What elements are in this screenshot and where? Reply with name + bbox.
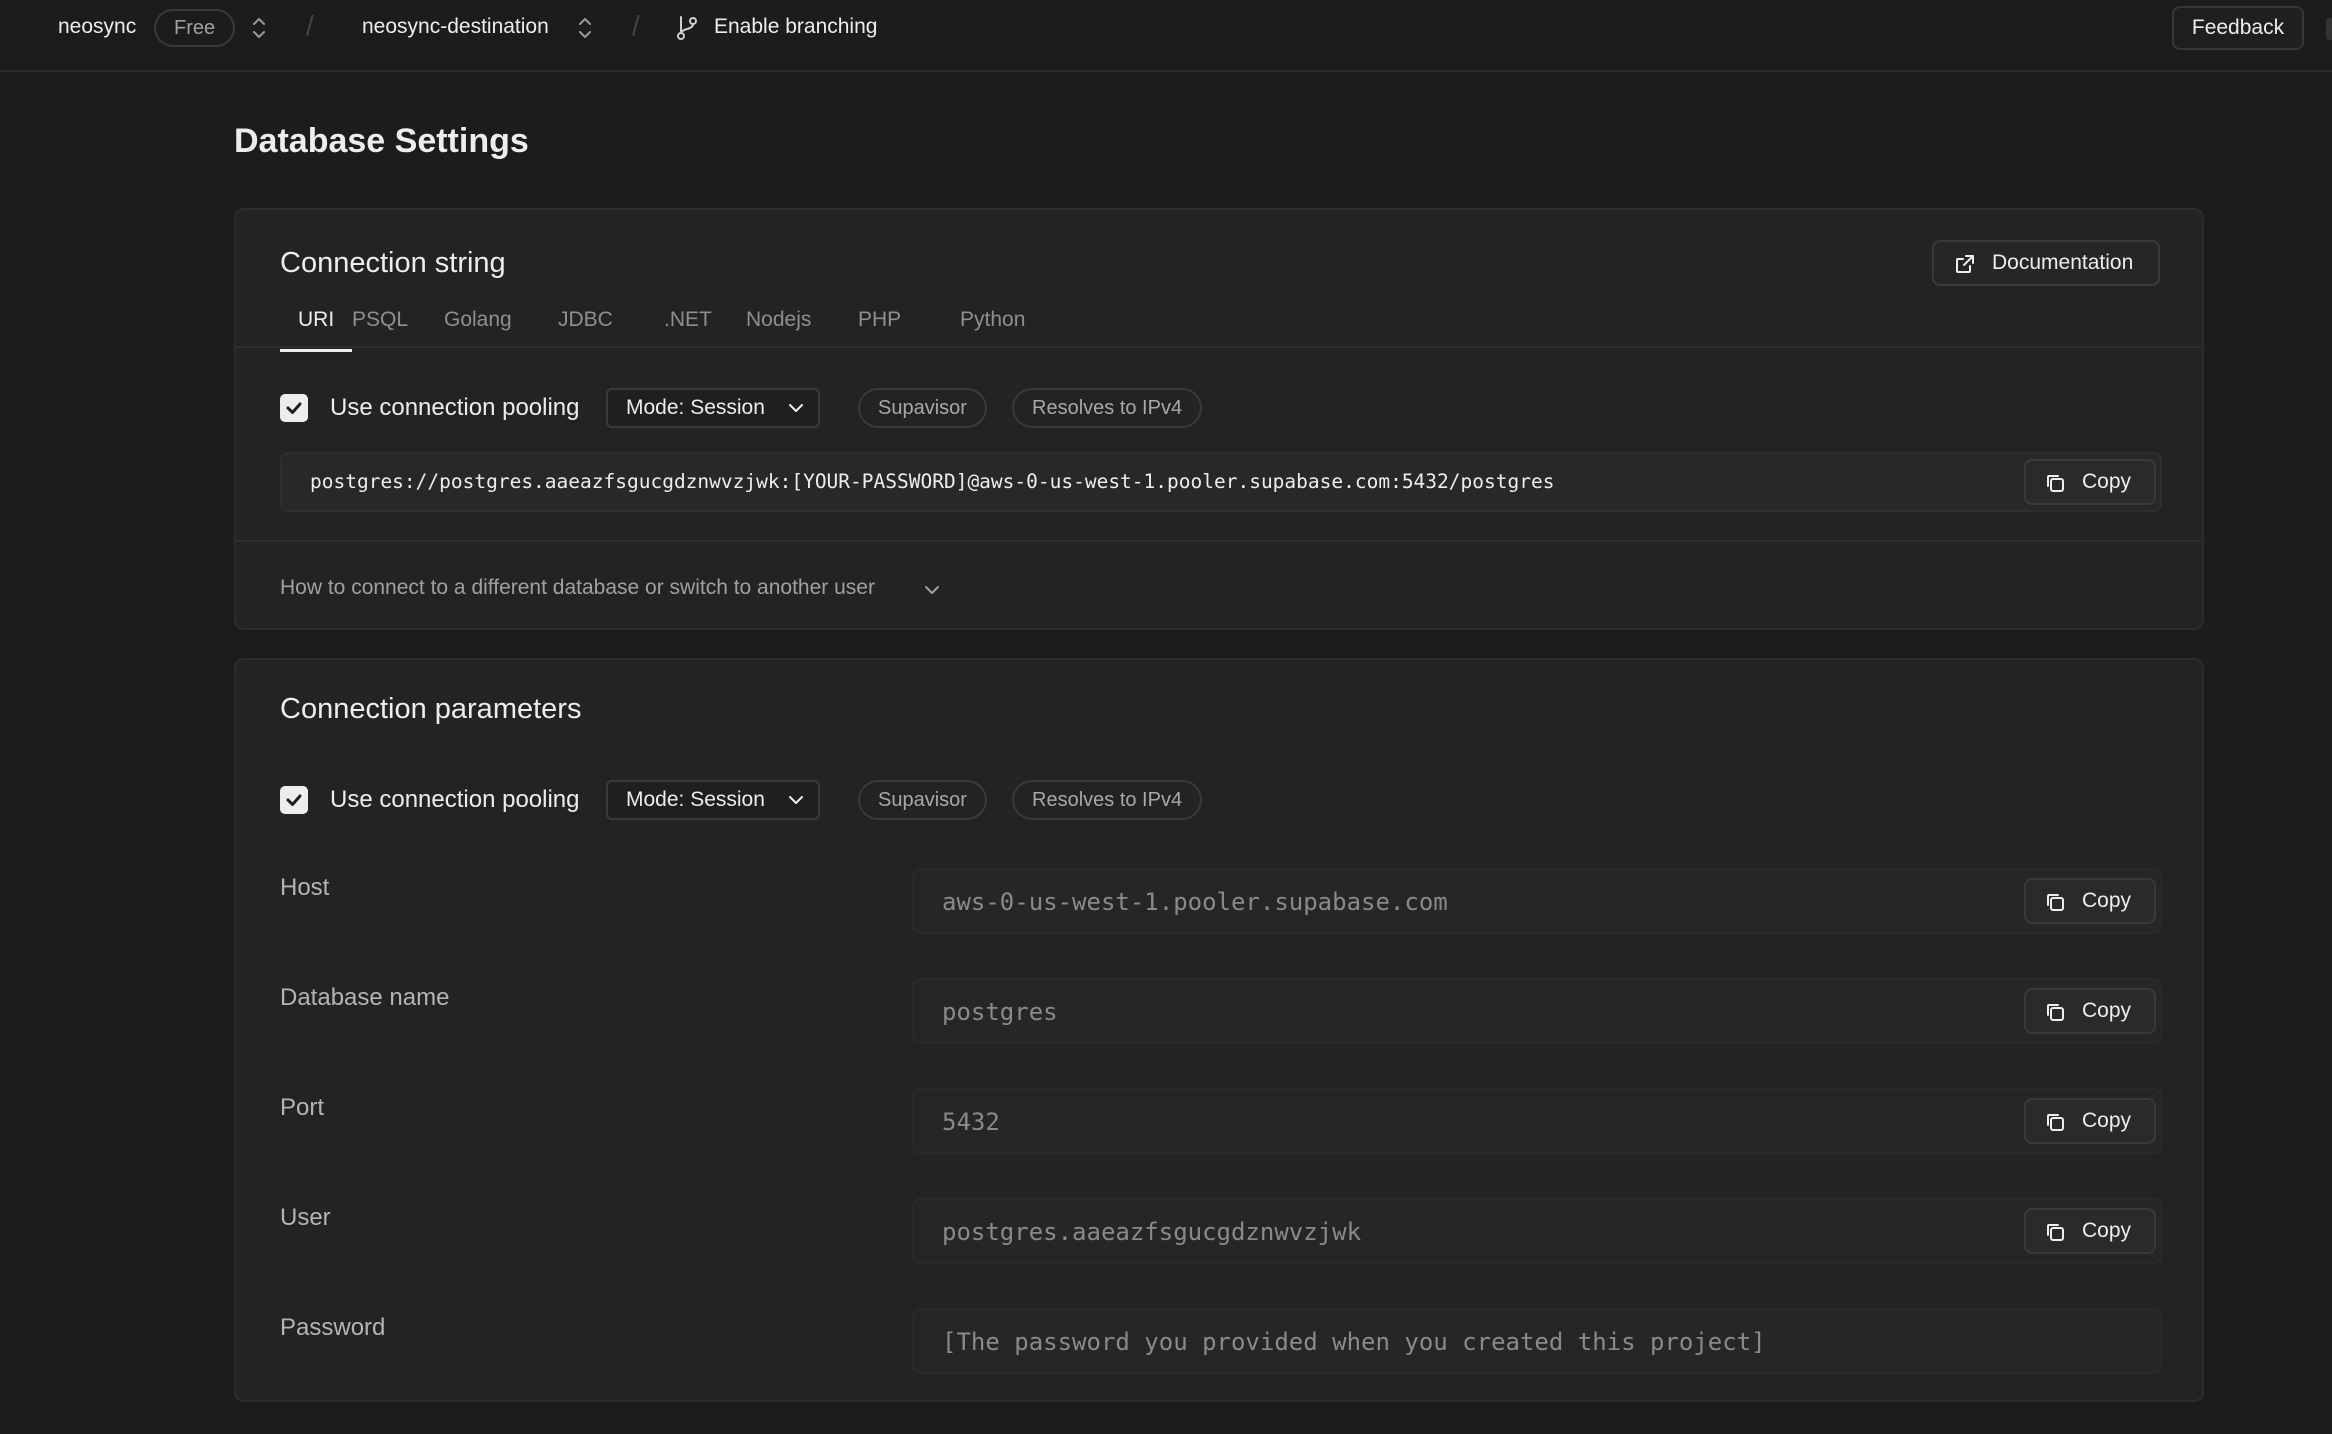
pooling-checkbox[interactable] (280, 786, 308, 814)
password-field[interactable]: [The password you provided when you crea… (912, 1308, 2162, 1374)
tab-psql[interactable]: PSQL (352, 302, 408, 352)
copy-label: Copy (2082, 1219, 2132, 1242)
copy-icon (2047, 1004, 2064, 1021)
supavisor-badge: Supavisor (858, 388, 987, 428)
external-link-icon (1956, 255, 1974, 273)
enable-branching-button[interactable]: Enable branching (714, 13, 877, 41)
password-label: Password (280, 1314, 386, 1341)
copy-label: Copy (2082, 1109, 2132, 1132)
org-name[interactable]: neosync (58, 13, 136, 41)
copy-uri-button[interactable]: Copy (2024, 459, 2156, 505)
connection-string-title: Connection string (280, 247, 506, 279)
port-field[interactable]: 5432 Copy (912, 1088, 2162, 1154)
copy-user-button[interactable]: Copy (2024, 1208, 2156, 1254)
copy-label: Copy (2082, 470, 2132, 493)
chevron-down-icon[interactable] (924, 584, 940, 596)
database-name-field[interactable]: postgres Copy (912, 978, 2162, 1044)
copy-port-button[interactable]: Copy (2024, 1098, 2156, 1144)
pooling-label[interactable]: Use connection pooling (330, 784, 580, 816)
supavisor-badge: Supavisor (858, 780, 987, 820)
org-switcher-chevron-icon[interactable] (250, 14, 268, 42)
password-value[interactable]: [The password you provided when you crea… (942, 1327, 1766, 1357)
switch-user-help-toggle[interactable]: How to connect to a different database o… (280, 574, 875, 602)
copy-label: Copy (2082, 889, 2132, 912)
tab-dotnet[interactable]: .NET (664, 302, 712, 352)
connection-uri-field[interactable]: postgres://postgres.aaeazfsgucgdznwvzjwk… (280, 452, 2162, 512)
connection-string-card: Connection string Documentation URI PSQL… (234, 208, 2204, 630)
copy-icon (2047, 1114, 2064, 1131)
copy-host-button[interactable]: Copy (2024, 878, 2156, 924)
documentation-label: Documentation (1992, 251, 2134, 274)
tab-python[interactable]: Python (960, 302, 1025, 352)
ipv4-badge: Resolves to IPv4 (1012, 780, 1203, 820)
port-value[interactable]: 5432 (942, 1107, 1000, 1137)
tab-nodejs[interactable]: Nodejs (746, 302, 811, 352)
git-branch-icon (677, 16, 697, 40)
database-name-value[interactable]: postgres (942, 997, 1058, 1027)
edge-strip (2326, 18, 2332, 40)
tab-jdbc[interactable]: JDBC (558, 302, 613, 352)
tab-php[interactable]: PHP (858, 302, 901, 352)
breadcrumb-separator: / (632, 10, 640, 41)
copy-icon (2047, 1224, 2064, 1241)
page-title: Database Settings (234, 122, 529, 160)
card-divider (236, 540, 2202, 542)
documentation-button[interactable]: Documentation (1932, 240, 2160, 286)
tabs-divider (236, 346, 2202, 348)
user-label: User (280, 1204, 331, 1231)
pool-mode-value: Mode: Session (626, 788, 765, 811)
connection-uri[interactable]: postgres://postgres.aaeazfsgucgdznwvzjwk… (310, 468, 1554, 496)
host-field[interactable]: aws-0-us-west-1.pooler.supabase.com Copy (912, 868, 2162, 934)
user-field[interactable]: postgres.aaeazfsgucgdznwvzjwk Copy (912, 1198, 2162, 1264)
database-name-label: Database name (280, 984, 450, 1011)
pooling-row: Use connection pooling Mode: Session Sup… (280, 388, 1240, 430)
copy-database-name-button[interactable]: Copy (2024, 988, 2156, 1034)
feedback-button[interactable]: Feedback (2172, 6, 2304, 50)
ipv4-badge: Resolves to IPv4 (1012, 388, 1203, 428)
pool-mode-select[interactable]: Mode: Session (606, 780, 820, 820)
pool-mode-value: Mode: Session (626, 396, 765, 419)
user-value[interactable]: postgres.aaeazfsgucgdznwvzjwk (942, 1217, 1361, 1247)
tab-uri[interactable]: URI (280, 302, 353, 352)
check-icon (286, 794, 302, 806)
connection-parameters-title: Connection parameters (280, 693, 582, 725)
breadcrumb-separator: / (306, 10, 314, 41)
project-switcher-chevron-icon[interactable] (576, 14, 594, 42)
tab-golang[interactable]: Golang (444, 302, 512, 352)
copy-icon (2047, 475, 2064, 492)
check-icon (286, 402, 302, 414)
copy-label: Copy (2082, 999, 2132, 1022)
project-name[interactable]: neosync-destination (362, 13, 549, 41)
pooling-checkbox[interactable] (280, 394, 308, 422)
host-label: Host (280, 874, 330, 901)
pooling-label[interactable]: Use connection pooling (330, 392, 580, 424)
port-label: Port (280, 1094, 325, 1121)
chevron-down-icon (789, 404, 803, 412)
connection-parameters-card: Connection parameters Use connection poo… (234, 658, 2204, 1402)
plan-badge: Free (154, 9, 236, 47)
pool-mode-select[interactable]: Mode: Session (606, 388, 820, 428)
host-value[interactable]: aws-0-us-west-1.pooler.supabase.com (942, 887, 1448, 917)
copy-icon (2047, 894, 2064, 911)
pooling-row: Use connection pooling Mode: Session Sup… (280, 780, 1240, 822)
chevron-down-icon (789, 796, 803, 804)
top-bar: neosync Free / neosync-destination / Ena… (0, 0, 2332, 72)
